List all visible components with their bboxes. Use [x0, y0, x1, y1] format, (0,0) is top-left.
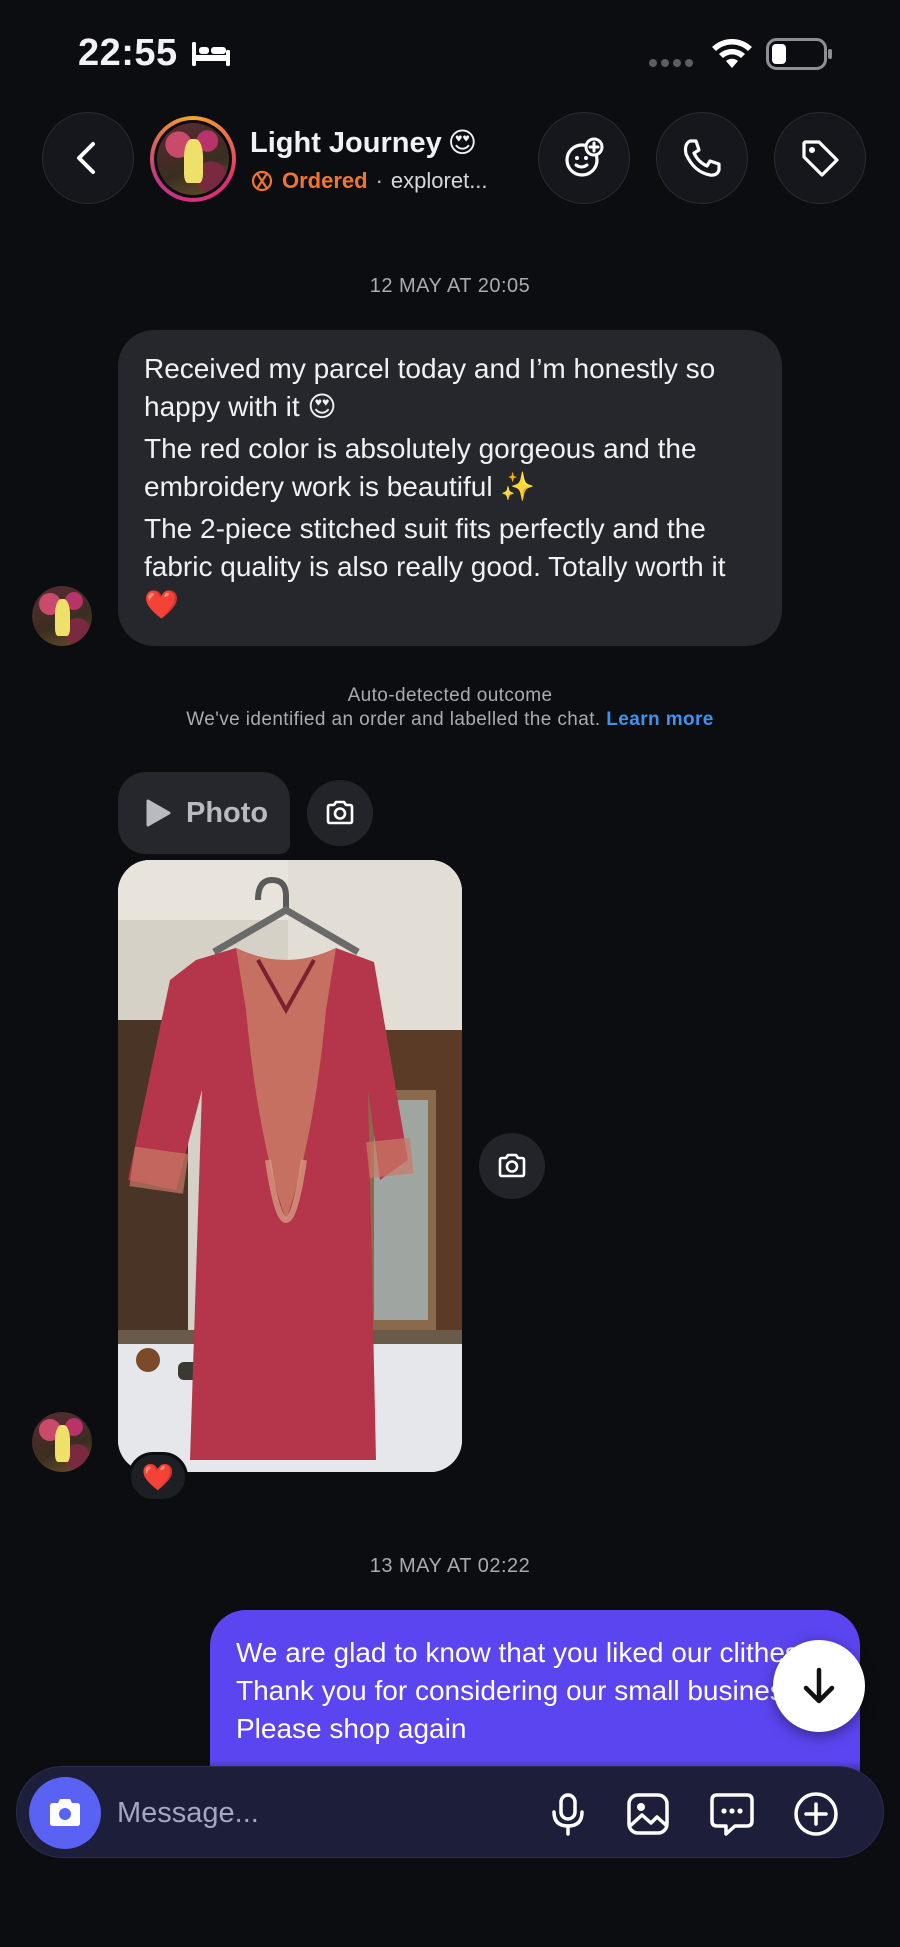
dress-photo — [118, 860, 462, 1472]
message-text: Received my parcel today and I’m honestl… — [144, 353, 716, 422]
sticker-icon — [710, 1793, 754, 1836]
avatar-image — [32, 586, 92, 646]
learn-more-link[interactable]: Learn more — [606, 709, 713, 730]
auto-detected-notice: Auto-detected outcome We've identified a… — [0, 684, 900, 732]
notice-body: We've identified an order and labelled t… — [186, 709, 601, 730]
chat-screen: 22:55 Light Journey 😍 Ordered · exploret… — [0, 0, 900, 1947]
tag-button[interactable] — [774, 112, 866, 204]
photo-label: Photo — [186, 796, 269, 829]
gallery-button[interactable] — [623, 1789, 673, 1839]
photo-camera-button[interactable] — [479, 1133, 545, 1199]
reply-camera-button[interactable] — [307, 780, 373, 846]
status-time: 22:55 — [78, 32, 178, 74]
microphone-icon — [552, 1793, 584, 1836]
camera-icon — [498, 1153, 526, 1178]
separator-dot: · — [375, 168, 383, 193]
message-text: The red color is absolutely gorgeous and… — [144, 433, 697, 502]
avatar-image — [32, 1412, 92, 1472]
order-icon — [251, 170, 273, 192]
message-text: Please shop again — [236, 1713, 467, 1744]
incoming-message-bubble[interactable]: Received my parcel today and I’m honestl… — [118, 330, 782, 646]
play-icon — [146, 799, 171, 827]
contact-emoji: 😍 — [447, 127, 477, 158]
timestamp: 13 MAY AT 02:22 — [369, 1555, 531, 1577]
gallery-icon — [627, 1793, 669, 1835]
contact-avatar[interactable] — [150, 116, 236, 202]
back-button[interactable] — [42, 112, 134, 204]
back-icon — [77, 142, 95, 174]
timestamp: 12 MAY AT 20:05 — [369, 275, 531, 297]
contact-name-text: Light Journey — [250, 127, 442, 159]
notice-title: Auto-detected outcome — [347, 685, 553, 706]
scroll-to-bottom-button[interactable] — [773, 1640, 865, 1732]
status-bar: 22:55 — [0, 0, 900, 110]
phone-icon — [683, 139, 721, 177]
contact-info[interactable]: Light Journey 😍 Ordered · exploret... — [150, 114, 530, 204]
arrow-down-icon — [803, 1667, 835, 1704]
contact-handle: exploret... — [390, 168, 488, 193]
effects-button[interactable] — [538, 112, 630, 204]
composer-camera-button[interactable] — [29, 1777, 101, 1849]
order-status: Ordered — [282, 168, 368, 193]
contact-name: Light Journey 😍 — [250, 126, 477, 160]
effects-icon — [565, 137, 604, 177]
tag-icon — [802, 140, 839, 177]
signal-icon — [649, 59, 693, 67]
photo-message[interactable] — [118, 860, 462, 1472]
call-button[interactable] — [656, 112, 748, 204]
camera-icon — [326, 800, 354, 825]
camera-icon — [50, 1799, 80, 1826]
sender-avatar[interactable] — [32, 1412, 92, 1472]
message-composer — [16, 1766, 884, 1858]
bed-icon — [192, 42, 230, 66]
message-input[interactable] — [117, 1791, 417, 1835]
more-options-button[interactable] — [791, 1789, 841, 1839]
message-text: The 2-piece stitched suit fits perfectly… — [144, 513, 726, 620]
plus-icon — [794, 1792, 838, 1836]
avatar-image — [157, 123, 229, 195]
chat-header: Light Journey 😍 Ordered · exploret... — [0, 110, 900, 215]
notice-body-row: We've identified an order and labelled t… — [0, 708, 900, 732]
message-reaction[interactable]: ❤️ — [128, 1452, 188, 1502]
contact-subtitle: Ordered · exploret... — [250, 168, 488, 194]
sticker-button[interactable] — [707, 1789, 757, 1839]
photo-reply-chip[interactable]: Photo — [118, 772, 290, 854]
voice-message-button[interactable] — [543, 1789, 593, 1839]
sender-avatar[interactable] — [32, 586, 92, 646]
message-text: We are glad to know that you liked our c… — [236, 1637, 833, 1706]
wifi-icon — [712, 39, 752, 68]
battery-icon — [766, 38, 832, 70]
